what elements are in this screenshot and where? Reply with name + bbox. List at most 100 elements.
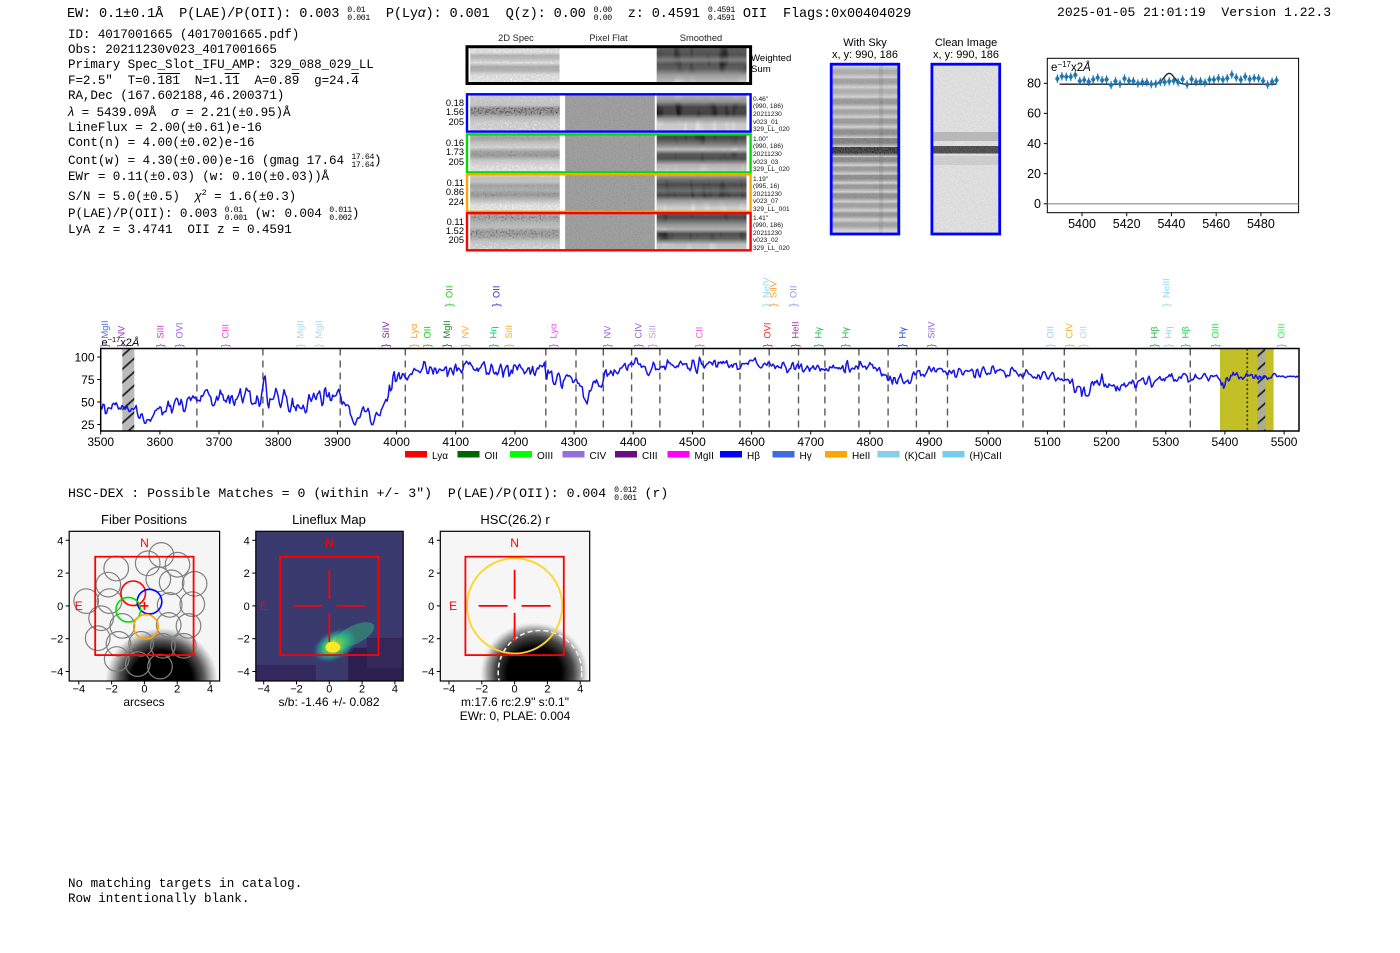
svg-text:E: E <box>449 599 457 613</box>
svg-text:{: { <box>633 344 645 348</box>
svg-text:{: { <box>1078 344 1090 348</box>
svg-text:{: { <box>220 344 232 348</box>
svg-text:SiII: SiII <box>647 325 657 338</box>
svg-text:20: 20 <box>1027 167 1041 181</box>
svg-text:{: { <box>100 344 112 348</box>
svg-text:5440: 5440 <box>1157 217 1185 231</box>
svg-text:−2: −2 <box>422 634 435 646</box>
svg-text:25: 25 <box>81 418 95 432</box>
svg-text:Hη: Hη <box>488 327 498 339</box>
svg-text:5100: 5100 <box>1034 435 1061 449</box>
svg-text:Hβ: Hβ <box>1180 326 1190 338</box>
svg-text:{: { <box>926 344 938 348</box>
svg-text:MgII: MgII <box>295 320 305 338</box>
svg-text:−2: −2 <box>476 684 489 696</box>
svg-text:4800: 4800 <box>857 435 884 449</box>
svg-text:OII: OII <box>788 286 798 298</box>
svg-text:NV: NV <box>116 325 126 339</box>
svg-text:{: { <box>155 344 167 348</box>
svg-text:OVI: OVI <box>762 322 772 338</box>
svg-text:{: { <box>1045 344 1057 348</box>
svg-text:N: N <box>325 536 334 550</box>
svg-text:Hγ: Hγ <box>840 327 850 339</box>
svg-text:CIII: CIII <box>220 324 230 338</box>
svg-text:Lyα: Lyα <box>432 451 448 462</box>
svg-text:{: { <box>491 303 503 307</box>
svg-text:4600: 4600 <box>738 435 765 449</box>
svg-text:Hβ: Hβ <box>747 451 760 462</box>
svg-text:{: { <box>790 344 802 348</box>
svg-text:HeII: HeII <box>790 321 800 338</box>
svg-text:SiII: SiII <box>155 325 165 338</box>
svg-text:100: 100 <box>74 350 94 364</box>
svg-text:NeIII: NeIII <box>1161 278 1171 298</box>
svg-text:2: 2 <box>359 684 365 696</box>
svg-text:{: { <box>504 344 516 348</box>
svg-text:CIII: CIII <box>642 451 658 462</box>
svg-text:{: { <box>840 344 852 348</box>
svg-text:Hγ: Hγ <box>813 327 823 339</box>
svg-text:−4: −4 <box>443 684 456 696</box>
svg-text:{: { <box>647 344 659 348</box>
svg-text:3600: 3600 <box>147 435 174 449</box>
svg-text:SiIV: SiIV <box>381 321 391 339</box>
svg-text:NV: NV <box>602 325 612 339</box>
svg-text:E: E <box>75 599 83 613</box>
svg-text:CIV: CIV <box>590 451 607 462</box>
svg-text:{: { <box>314 344 326 348</box>
svg-text:80: 80 <box>1027 77 1041 91</box>
svg-text:4000: 4000 <box>383 435 410 449</box>
svg-text:5400: 5400 <box>1068 217 1096 231</box>
svg-text:5480: 5480 <box>1247 217 1275 231</box>
svg-text:4: 4 <box>577 684 583 696</box>
svg-text:40: 40 <box>1027 137 1041 151</box>
svg-text:SiIV: SiIV <box>926 321 936 339</box>
svg-text:MgII: MgII <box>695 451 714 462</box>
svg-text:5420: 5420 <box>1113 217 1141 231</box>
svg-text:5200: 5200 <box>1093 435 1120 449</box>
svg-text:OIII: OIII <box>537 451 553 462</box>
svg-text:e−17x2Å: e−17x2Å <box>1051 60 1091 75</box>
svg-text:{: { <box>1276 344 1288 348</box>
svg-text:4300: 4300 <box>561 435 588 449</box>
svg-text:CIV: CIV <box>633 322 643 338</box>
svg-text:OIII: OIII <box>1210 324 1220 339</box>
svg-text:Hβ: Hβ <box>1149 326 1159 338</box>
svg-text:−4: −4 <box>73 684 86 696</box>
svg-text:−2: −2 <box>51 634 64 646</box>
svg-text:0: 0 <box>141 684 147 696</box>
svg-text:E: E <box>260 599 268 613</box>
svg-text:SiII: SiII <box>504 325 514 338</box>
svg-text:0: 0 <box>1034 197 1041 211</box>
svg-text:Lyα: Lyα <box>409 323 419 338</box>
svg-text:OII: OII <box>491 286 501 298</box>
svg-text:NV: NV <box>460 325 470 339</box>
svg-text:2: 2 <box>174 684 180 696</box>
svg-text:(K)CaII: (K)CaII <box>905 451 937 462</box>
svg-text:{: { <box>409 344 421 348</box>
svg-text:−4: −4 <box>51 667 64 679</box>
svg-text:OII: OII <box>1045 326 1055 338</box>
svg-text:60: 60 <box>1027 107 1041 121</box>
svg-text:{: { <box>788 303 800 307</box>
svg-text:{: { <box>422 344 434 348</box>
svg-text:4100: 4100 <box>442 435 469 449</box>
svg-text:3800: 3800 <box>265 435 292 449</box>
svg-text:OIII: OIII <box>1276 324 1286 339</box>
svg-text:4400: 4400 <box>620 435 647 449</box>
svg-text:Lyα: Lyα <box>548 323 558 338</box>
svg-text:−4: −4 <box>257 684 270 696</box>
svg-text:OVI: OVI <box>174 322 184 338</box>
svg-text:4: 4 <box>428 535 434 547</box>
svg-text:0: 0 <box>428 601 434 613</box>
svg-text:{: { <box>1161 303 1173 307</box>
svg-text:−2: −2 <box>105 684 118 696</box>
svg-text:{: { <box>442 344 454 348</box>
svg-text:{: { <box>174 344 186 348</box>
svg-text:N: N <box>140 536 149 550</box>
svg-text:50: 50 <box>81 395 95 409</box>
svg-text:−4: −4 <box>422 667 435 679</box>
svg-text:OII: OII <box>485 451 498 462</box>
svg-text:OII: OII <box>444 286 454 298</box>
svg-text:5400: 5400 <box>1212 435 1239 449</box>
